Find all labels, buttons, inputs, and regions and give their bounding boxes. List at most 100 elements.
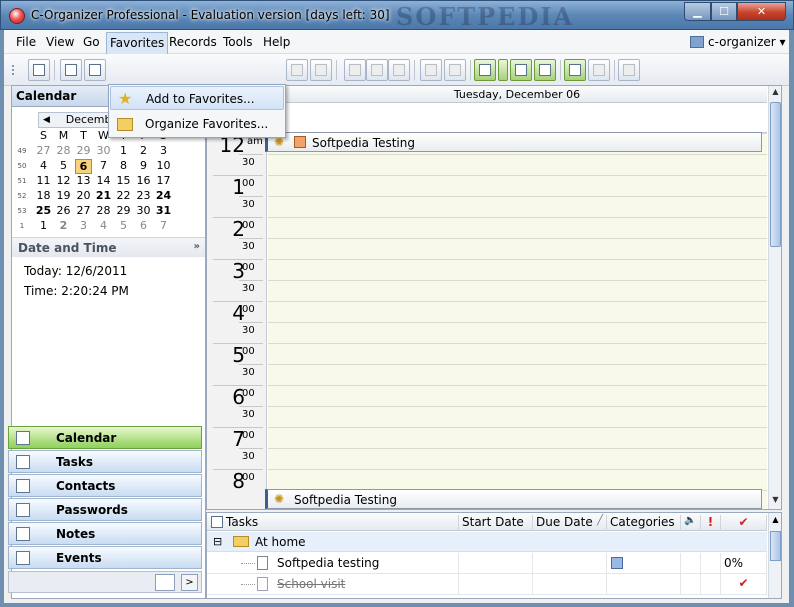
nav-passwords-button[interactable]: Passwords — [8, 498, 202, 521]
copy-icon[interactable] — [366, 59, 388, 81]
configure-nav-icon[interactable] — [155, 574, 175, 591]
calendar-day[interactable]: 27 — [75, 204, 92, 217]
collapse-chevron-icon[interactable]: » — [194, 241, 200, 252]
nav-notes-button[interactable]: Notes — [8, 522, 202, 545]
calendar-day[interactable]: 11 — [35, 174, 52, 187]
calendar-day[interactable]: 18 — [35, 189, 52, 202]
minimize-button[interactable]: ▁ — [684, 2, 711, 21]
nav-more-button[interactable]: > — [181, 574, 198, 591]
calendar-day[interactable]: 24 — [155, 189, 172, 202]
new-note-icon[interactable] — [564, 59, 586, 81]
profile-selector[interactable]: c-organizer ▾ — [690, 35, 786, 49]
scroll-up-icon[interactable]: ▲ — [770, 515, 781, 524]
calendar-day[interactable]: 30 — [135, 204, 152, 217]
calendar-day[interactable]: 5 — [55, 159, 72, 172]
calendar-day[interactable]: 19 — [55, 189, 72, 202]
column-due-date[interactable]: Due Date ╱ — [533, 515, 607, 531]
calendar-day[interactable]: 29 — [75, 144, 92, 157]
table-row[interactable]: Softpedia testing 0% — [207, 553, 767, 574]
calendar-day[interactable]: 17 — [155, 174, 172, 187]
calendar-day[interactable]: 1 — [115, 144, 132, 157]
menu-view[interactable]: View — [43, 34, 77, 50]
calendar-day[interactable]: 23 — [135, 189, 152, 202]
day-view-icon[interactable] — [60, 59, 82, 81]
prev-month-button[interactable]: ◀ — [43, 113, 50, 127]
calendar-day[interactable]: 6 — [135, 219, 152, 232]
calendar-day[interactable]: 2 — [55, 219, 72, 232]
calendar-day[interactable]: 5 — [115, 219, 132, 232]
calendar-day[interactable]: 14 — [95, 174, 112, 187]
menu-go[interactable]: Go — [80, 34, 103, 50]
app-icon[interactable] — [9, 8, 25, 24]
nav-events-button[interactable]: Events — [8, 546, 202, 569]
calendar-day[interactable]: 1 — [35, 219, 52, 232]
day-view-scrollbar[interactable]: ▲ ▼ — [768, 86, 781, 509]
complete-column-icon[interactable]: ✔ — [721, 515, 767, 531]
nav-contacts-button[interactable]: Contacts — [8, 474, 202, 497]
scroll-thumb[interactable] — [770, 102, 781, 247]
calendar-day[interactable]: 21 — [95, 189, 112, 202]
menu-file[interactable]: File — [13, 34, 39, 50]
calendar-day[interactable]: 4 — [95, 219, 112, 232]
delete-icon[interactable] — [310, 59, 332, 81]
cut-icon[interactable] — [344, 59, 366, 81]
column-tasks[interactable]: Tasks — [207, 515, 459, 531]
menu-favorites[interactable]: Favorites — [106, 32, 169, 54]
column-categories[interactable]: Categories — [607, 515, 681, 531]
calendar-day-today[interactable]: 6 — [75, 159, 92, 174]
calendar-day[interactable]: 27 — [35, 144, 52, 157]
task-group-row[interactable]: ⊟ At home — [207, 532, 767, 552]
table-row[interactable]: School visit ✔ — [207, 574, 767, 595]
new-task-dropdown-icon[interactable] — [498, 59, 508, 81]
date-time-header[interactable]: Date and Time » — [12, 237, 205, 257]
paste-icon[interactable] — [388, 59, 410, 81]
calendar-day[interactable]: 29 — [115, 204, 132, 217]
appointment[interactable]: ✺ Softpedia Testing — [265, 132, 762, 152]
new-contact-icon[interactable] — [510, 59, 532, 81]
calendar-day[interactable]: 12 — [55, 174, 72, 187]
attach-icon[interactable] — [444, 59, 466, 81]
calendar-day[interactable]: 13 — [75, 174, 92, 187]
nav-calendar-button[interactable]: Calendar — [8, 426, 202, 449]
new-event-icon[interactable] — [534, 59, 556, 81]
scroll-down-icon[interactable]: ▼ — [770, 495, 781, 508]
new-task-icon[interactable] — [474, 59, 496, 81]
menu-help[interactable]: Help — [260, 34, 293, 50]
properties-icon[interactable] — [420, 59, 442, 81]
calendar-day[interactable]: 15 — [115, 174, 132, 187]
appointment[interactable]: ✺ Softpedia Testing — [265, 489, 762, 509]
layout-icon[interactable] — [618, 59, 640, 81]
menu-tools[interactable]: Tools — [220, 34, 256, 50]
priority-column-icon[interactable]: ! — [701, 515, 721, 531]
calendar-day[interactable]: 26 — [55, 204, 72, 217]
calendar-day[interactable]: 3 — [75, 219, 92, 232]
close-button[interactable]: ✕ — [737, 2, 786, 21]
calendar-day[interactable]: 8 — [115, 159, 132, 172]
reminder-column-icon[interactable]: 🔈 — [681, 515, 701, 531]
calendar-day[interactable]: 4 — [35, 159, 52, 172]
calendar-day[interactable]: 7 — [95, 159, 112, 172]
menu-records[interactable]: Records — [166, 34, 220, 50]
calendar-day[interactable]: 2 — [135, 144, 152, 157]
note-edit-icon[interactable] — [588, 59, 610, 81]
calendar-day[interactable]: 3 — [155, 144, 172, 157]
week-view-icon[interactable] — [84, 59, 106, 81]
scroll-thumb[interactable] — [770, 531, 781, 561]
calendar-day[interactable]: 28 — [55, 144, 72, 157]
organize-favorites-item[interactable]: Organize Favorites... — [110, 112, 284, 136]
scroll-up-icon[interactable]: ▲ — [770, 87, 781, 100]
column-start-date[interactable]: Start Date — [459, 515, 533, 531]
calendar-day[interactable]: 25 — [35, 204, 52, 217]
maximize-button[interactable]: ☐ — [711, 2, 737, 21]
time-slots[interactable] — [268, 133, 767, 509]
calendar-day[interactable]: 16 — [135, 174, 152, 187]
nav-tasks-button[interactable]: Tasks — [8, 450, 202, 473]
task-list-scrollbar[interactable]: ▲ — [768, 513, 781, 598]
all-day-area[interactable] — [267, 103, 767, 133]
calendar-day[interactable]: 22 — [115, 189, 132, 202]
calendar-day[interactable]: 30 — [95, 144, 112, 157]
edit-icon[interactable] — [286, 59, 308, 81]
calendar-day[interactable]: 20 — [75, 189, 92, 202]
calendar-day[interactable]: 28 — [95, 204, 112, 217]
today-view-icon[interactable] — [28, 59, 50, 81]
